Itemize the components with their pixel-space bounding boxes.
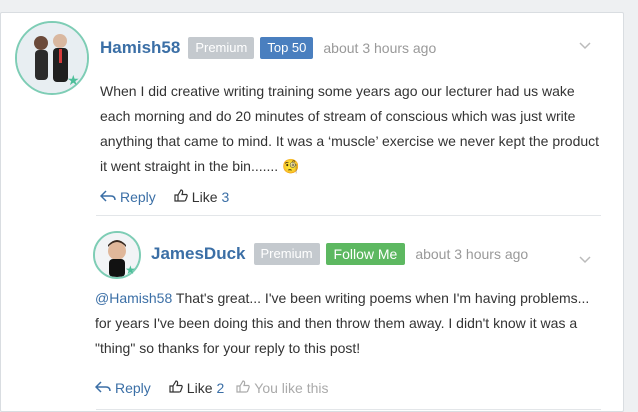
star-icon: ★ bbox=[67, 72, 80, 88]
you-like-this: You like this bbox=[236, 380, 328, 396]
divider bbox=[96, 215, 601, 216]
like-count: 2 bbox=[216, 380, 225, 396]
like-button[interactable]: Like 3 bbox=[174, 189, 229, 205]
thumbs-up-icon bbox=[174, 189, 188, 205]
chevron-down-icon[interactable] bbox=[579, 39, 591, 53]
follow-me-button[interactable]: Follow Me bbox=[325, 243, 406, 265]
reply-icon bbox=[99, 189, 116, 205]
timestamp: about 3 hours ago bbox=[323, 40, 437, 56]
username[interactable]: Hamish58 bbox=[100, 38, 180, 58]
username[interactable]: JamesDuck bbox=[151, 244, 246, 264]
you-like-label: You like this bbox=[254, 380, 329, 396]
comment-text: @Hamish58 That's great... I've been writ… bbox=[95, 286, 605, 361]
reply-button[interactable]: Reply bbox=[94, 380, 151, 396]
emoji: 🧐 bbox=[282, 158, 300, 174]
top50-badge: Top 50 bbox=[260, 37, 314, 59]
premium-badge: Premium bbox=[253, 243, 320, 265]
comment-header: JamesDuck Premium Follow Me about 3 hour… bbox=[151, 243, 528, 265]
mention-link[interactable]: @Hamish58 bbox=[95, 290, 172, 306]
star-icon: ★ bbox=[125, 263, 136, 277]
reply-icon bbox=[94, 380, 111, 396]
comment-header: Hamish58 Premium Top 50 about 3 hours ag… bbox=[100, 37, 436, 59]
like-label: Like bbox=[191, 189, 218, 205]
comment-thread: ★ Hamish58 Premium Top 50 about 3 hours … bbox=[0, 12, 624, 412]
reply-label: Reply bbox=[115, 380, 151, 396]
timestamp: about 3 hours ago bbox=[415, 246, 529, 262]
premium-badge: Premium bbox=[188, 37, 255, 59]
thumbs-up-icon bbox=[169, 380, 183, 396]
chevron-down-icon[interactable] bbox=[579, 253, 591, 267]
like-count: 3 bbox=[221, 189, 230, 205]
like-button[interactable]: Like 2 bbox=[169, 380, 224, 396]
comment-body: When I did creative writing training som… bbox=[100, 83, 600, 174]
comment-actions: Reply Like 3 bbox=[99, 189, 241, 205]
comment-text: When I did creative writing training som… bbox=[100, 79, 600, 179]
reply-button[interactable]: Reply bbox=[99, 189, 156, 205]
comment-actions: Reply Like 2 You like this bbox=[94, 380, 328, 396]
reply-label: Reply bbox=[120, 189, 156, 205]
thumbs-up-icon bbox=[236, 380, 251, 396]
like-label: Like bbox=[186, 380, 213, 396]
